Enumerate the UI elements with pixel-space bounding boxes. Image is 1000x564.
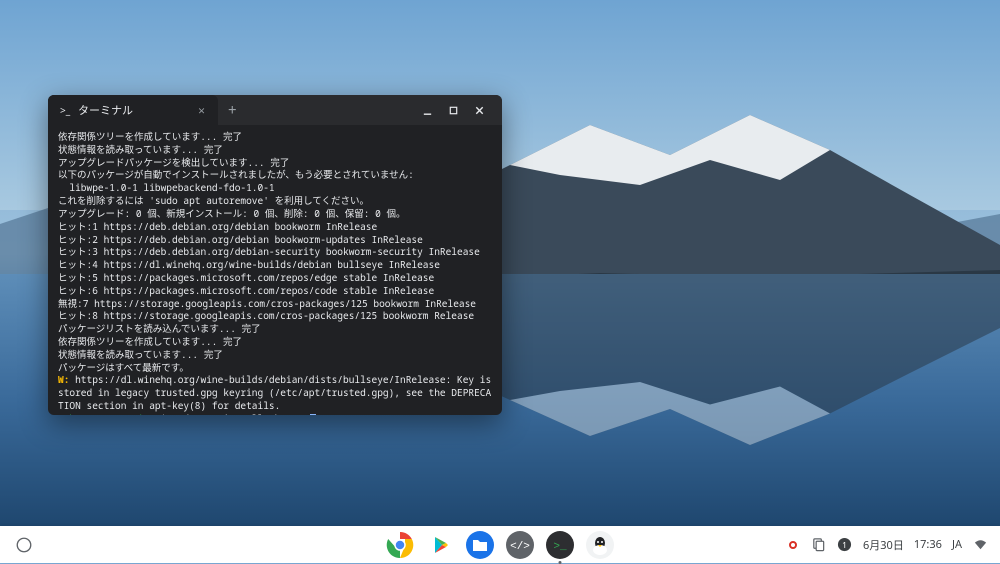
system-tray[interactable]: 1 6月30日 17:36 JA bbox=[785, 537, 988, 553]
terminal-line: 依存関係ツリーを作成しています... 完了 bbox=[58, 336, 492, 349]
terminal-command: sudo apt install shotcut bbox=[172, 412, 309, 415]
terminal-line: 状態情報を読み取っています... 完了 bbox=[58, 144, 492, 157]
terminal-window[interactable]: >_ ターミナル × + 依存関係ツリーを作成しています... 完了状態情報を読… bbox=[48, 95, 502, 415]
terminal-line: ヒット:6 https://packages.microsoft.com/rep… bbox=[58, 285, 492, 298]
maximize-button[interactable] bbox=[442, 99, 464, 121]
cursor bbox=[310, 414, 316, 415]
shelf: </> >_ 1 6月30日 17:36 JA bbox=[0, 526, 1000, 563]
files-icon[interactable] bbox=[466, 531, 494, 559]
terminal-tab-icon: >_ bbox=[60, 105, 70, 115]
wifi-icon[interactable] bbox=[972, 537, 988, 553]
window-titlebar[interactable]: >_ ターミナル × + bbox=[48, 95, 502, 125]
terminal-line: 依存関係ツリーを作成しています... 完了 bbox=[58, 131, 492, 144]
terminal-line: 状態情報を読み取っています... 完了 bbox=[58, 349, 492, 362]
terminal-prompt-line: nabesang@penguin:~$ sudo apt install sho… bbox=[58, 413, 492, 415]
clipboard-icon[interactable] bbox=[811, 537, 827, 553]
terminal-tab[interactable]: >_ ターミナル × bbox=[48, 95, 218, 125]
notification-badge[interactable]: 1 bbox=[837, 537, 853, 553]
screen-record-icon[interactable] bbox=[785, 537, 801, 553]
terminal-warning-line: W: https://dl.winehq.org/wine-builds/deb… bbox=[58, 374, 492, 412]
tray-time[interactable]: 17:36 bbox=[914, 537, 942, 552]
terminal-output[interactable]: 依存関係ツリーを作成しています... 完了状態情報を読み取っています... 完了… bbox=[48, 125, 502, 415]
code-icon[interactable]: </> bbox=[506, 531, 534, 559]
tab-title: ターミナル bbox=[78, 102, 187, 118]
tray-ime[interactable]: JA bbox=[952, 537, 962, 552]
terminal-line: ヒット:5 https://packages.microsoft.com/rep… bbox=[58, 272, 492, 285]
close-tab-icon[interactable]: × bbox=[195, 102, 208, 119]
terminal-app-icon[interactable]: >_ bbox=[546, 531, 574, 559]
chrome-icon[interactable] bbox=[386, 531, 414, 559]
terminal-line: ヒット:1 https://deb.debian.org/debian book… bbox=[58, 221, 492, 234]
shelf-apps: </> >_ bbox=[386, 531, 614, 559]
tray-date[interactable]: 6月30日 bbox=[863, 537, 904, 553]
minimize-button[interactable] bbox=[416, 99, 438, 121]
svg-text:1: 1 bbox=[843, 540, 848, 551]
svg-text:>_: >_ bbox=[553, 541, 567, 553]
svg-text:</>: </> bbox=[510, 541, 530, 553]
linux-icon[interactable] bbox=[586, 531, 614, 559]
play-store-icon[interactable] bbox=[426, 531, 454, 559]
new-tab-button[interactable]: + bbox=[218, 100, 247, 120]
close-button[interactable] bbox=[468, 99, 490, 121]
terminal-line: これを削除するには 'sudo apt autoremove' を利用してくださ… bbox=[58, 195, 492, 208]
launcher-button[interactable] bbox=[12, 533, 36, 557]
terminal-line: アップグレード: 0 個、新規インストール: 0 個、削除: 0 個、保留: 0… bbox=[58, 208, 492, 221]
